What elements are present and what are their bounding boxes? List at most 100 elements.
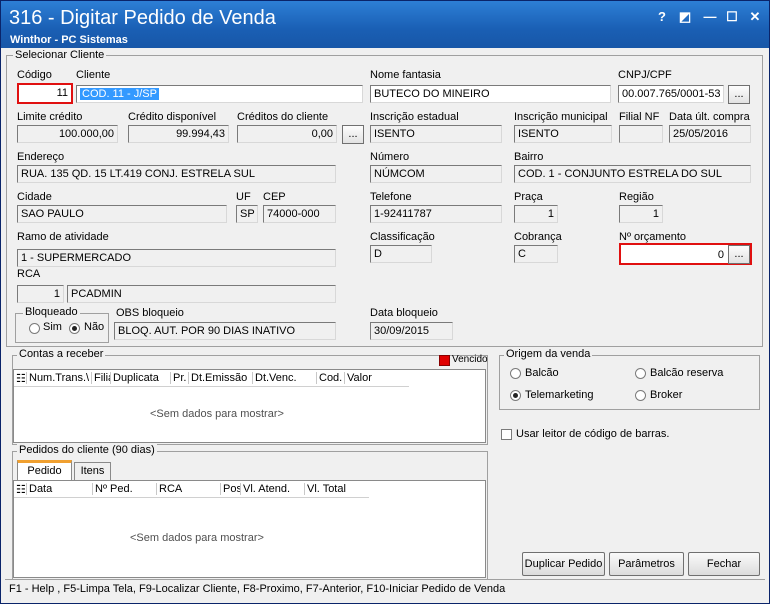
pedidos-col-data[interactable]: Data — [26, 483, 93, 495]
bairro-label: Bairro — [514, 151, 544, 163]
client-group-title: Selecionar Cliente — [13, 49, 107, 61]
contas-col-valor[interactable]: Valor — [344, 372, 409, 384]
rca-name-field: PCADMIN — [67, 285, 336, 303]
origem-balcao-reserva-radio[interactable] — [635, 368, 646, 379]
cliente-input[interactable]: COD. 11 - J/SP — [76, 85, 363, 103]
creditos-button[interactable]: ... — [342, 125, 364, 144]
restore-icon[interactable]: ◩ — [676, 9, 694, 25]
limite-label: Limite crédito — [17, 111, 83, 123]
obs-label: OBS bloqueio — [116, 307, 184, 319]
ramo-label: Ramo de atividade — [17, 231, 109, 243]
praca-field: 1 — [514, 205, 558, 223]
pedidos-empty-message: <Sem dados para mostrar> — [130, 532, 264, 544]
contas-col-cod[interactable]: Cod. — [316, 372, 345, 384]
cobranca-field: C — [514, 245, 558, 263]
minimize-icon[interactable]: — — [701, 9, 719, 25]
contas-col-filial[interactable]: Filia — [91, 372, 110, 384]
uf-label: UF — [236, 191, 251, 203]
rca-code-field: 1 — [17, 285, 64, 303]
im-field: ISENTO — [514, 125, 612, 143]
app-window: 316 - Digitar Pedido de Venda Winthor - … — [0, 0, 770, 604]
pedidos-col-vl-total[interactable]: Vl. Total — [304, 483, 369, 495]
origem-broker-radio[interactable] — [635, 390, 646, 401]
contas-title: Contas a receber — [17, 348, 106, 360]
telefone-field: 1-92411787 — [370, 205, 502, 223]
data-bloq-field: 30/09/2015 — [370, 322, 453, 340]
creditos-label: Créditos do cliente — [237, 111, 329, 123]
contas-col-dt-venc[interactable]: Dt.Venc. — [252, 372, 317, 384]
numero-field: NÚMCOM — [370, 165, 502, 183]
maximize-icon[interactable]: ☐ — [723, 9, 741, 25]
praca-label: Praça — [514, 191, 543, 203]
barcode-label: Usar leitor de código de barras. — [516, 428, 670, 440]
nao-label: Não — [84, 321, 105, 333]
contas-empty-message: <Sem dados para mostrar> — [150, 408, 284, 420]
pedidos-col-rca[interactable]: RCA — [156, 483, 221, 495]
cnpj-input[interactable]: 00.007.765/0001-53 — [618, 85, 724, 103]
origem-balcao-radio[interactable] — [510, 368, 521, 379]
cnpj-search-button[interactable]: ... — [728, 85, 750, 104]
ie-field: ISENTO — [370, 125, 502, 143]
origem-title: Origem da venda — [504, 348, 593, 360]
fantasia-input[interactable]: BUTECO DO MINEIRO — [370, 85, 611, 103]
origem-broker-label: Broker — [650, 389, 683, 401]
fechar-button[interactable]: Fechar — [688, 552, 760, 576]
cliente-value: COD. 11 - J/SP — [80, 88, 159, 100]
origem-telemarketing-radio[interactable] — [510, 390, 521, 401]
cep-field: 74000-000 — [263, 205, 336, 223]
bloqueado-label: Bloqueado — [23, 306, 80, 318]
endereco-label: Endereço — [17, 151, 65, 163]
contas-col-pr[interactable]: Pr. — [170, 372, 189, 384]
barcode-checkbox[interactable] — [501, 429, 512, 440]
pedidos-col-pos[interactable]: Pos — [220, 483, 241, 495]
contas-col-dt-emissao[interactable]: Dt.Emissão — [188, 372, 253, 384]
credito-field: 99.994,43 — [128, 125, 229, 143]
obs-field: BLOQ. AUT. POR 90 DIAS INATIVO — [114, 322, 336, 340]
grid-column-chooser-icon[interactable]: ☷ — [14, 372, 26, 385]
cidade-field: SAO PAULO — [17, 205, 227, 223]
pedidos-col-num-ped[interactable]: Nº Ped. — [92, 483, 157, 495]
data-bloq-label: Data bloqueio — [370, 307, 438, 319]
window-subtitle: Winthor - PC Sistemas — [10, 34, 128, 46]
creditos-field: 0,00 — [237, 125, 337, 143]
tab-itens[interactable]: Itens — [74, 462, 111, 480]
pedidos-grid-header: ☷ Data Nº Ped. RCA Pos Vl. Atend. Vl. To… — [14, 481, 369, 498]
sim-radio[interactable] — [29, 323, 40, 334]
sim-label: Sim — [43, 321, 62, 333]
status-bar: F1 - Help , F5-Limpa Tela, F9-Localizar … — [5, 579, 765, 598]
contas-grid[interactable]: ☷ Num.Trans.\ Filia Duplicata Pr. Dt.Emi… — [13, 369, 486, 443]
endereco-field: RUA. 135 QD. 15 LT.419 CONJ. ESTRELA SUL — [17, 165, 336, 183]
origem-group — [499, 355, 760, 410]
parametros-button[interactable]: Parâmetros — [609, 552, 684, 576]
nao-radio[interactable] — [69, 323, 80, 334]
regiao-label: Região — [619, 191, 654, 203]
ramo-field: 1 - SUPERMERCADO — [17, 249, 336, 267]
orcamento-search-button[interactable]: ... — [728, 245, 750, 264]
tab-pedido[interactable]: Pedido — [17, 460, 72, 480]
orcamento-label: Nº orçamento — [619, 231, 686, 243]
pedidos-column-chooser-icon[interactable]: ☷ — [14, 483, 26, 496]
pedidos-col-vl-atend[interactable]: Vl. Atend. — [240, 483, 305, 495]
classificacao-field: D — [370, 245, 432, 263]
title-bar[interactable]: 316 - Digitar Pedido de Venda Winthor - … — [1, 1, 769, 48]
codigo-input[interactable]: 11 — [17, 83, 73, 104]
limite-field: 100.000,00 — [17, 125, 118, 143]
close-icon[interactable]: ✕ — [746, 9, 764, 25]
contas-col-duplicata[interactable]: Duplicata — [110, 372, 171, 384]
origem-telemarketing-label: Telemarketing — [525, 389, 594, 401]
ie-label: Inscrição estadual — [370, 111, 459, 123]
filial-label: Filial NF — [619, 111, 660, 123]
contas-col-num-trans[interactable]: Num.Trans.\ — [26, 372, 91, 384]
window-title: 316 - Digitar Pedido de Venda — [9, 7, 276, 29]
pedidos-grid[interactable]: ☷ Data Nº Ped. RCA Pos Vl. Atend. Vl. To… — [13, 480, 486, 578]
uf-field: SP — [236, 205, 258, 223]
duplicar-pedido-button[interactable]: Duplicar Pedido — [522, 552, 605, 576]
bairro-field: COD. 1 - CONJUNTO ESTRELA DO SUL — [514, 165, 751, 183]
cidade-label: Cidade — [17, 191, 52, 203]
regiao-field: 1 — [619, 205, 663, 223]
cobranca-label: Cobrança — [514, 231, 562, 243]
vencido-label: Vencido — [452, 354, 488, 365]
numero-label: Número — [370, 151, 410, 163]
cnpj-label: CNPJ/CPF — [618, 69, 672, 81]
help-icon[interactable]: ? — [653, 9, 671, 25]
